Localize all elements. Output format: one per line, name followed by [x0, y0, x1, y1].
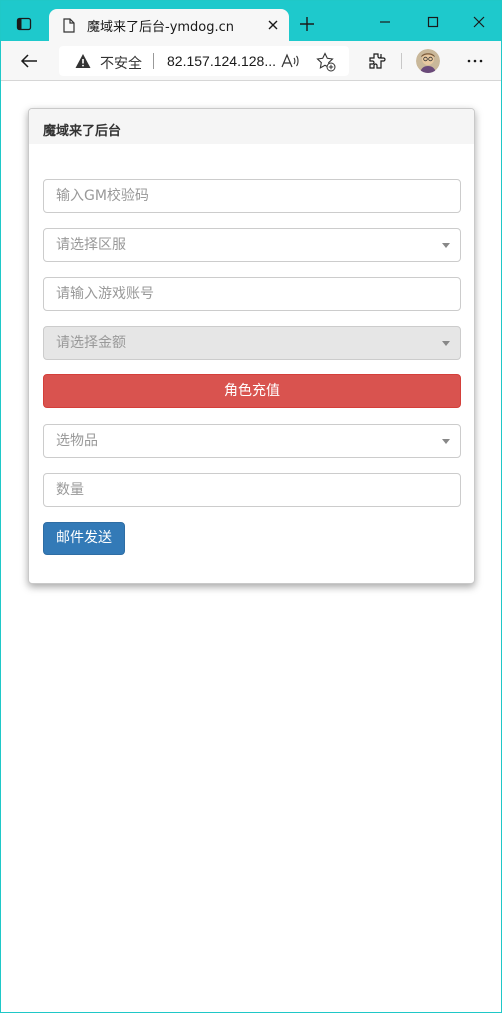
browser-window: 魔域来了后台-ymdog.cn 不安全 82.157.124.128... 魔域…	[0, 0, 502, 1013]
new-tab-icon[interactable]	[297, 14, 317, 34]
close-tab-icon[interactable]	[265, 17, 281, 33]
recharge-button[interactable]: 角色充值	[43, 374, 461, 408]
page-icon	[61, 17, 77, 33]
extensions-icon[interactable]	[365, 50, 389, 72]
profile-avatar[interactable]	[416, 49, 440, 73]
more-menu-icon[interactable]	[463, 50, 487, 72]
admin-panel: 魔域来了后台 输入GM校验码 请选择区服 请输入游戏账号 请选择金额 角色充值 …	[28, 108, 475, 584]
minimize-icon[interactable]	[373, 11, 397, 33]
tab-active[interactable]: 魔域来了后台-ymdog.cn	[49, 9, 289, 41]
browser-toolbar: 不安全 82.157.124.128...	[1, 41, 501, 81]
close-window-icon[interactable]	[467, 11, 491, 33]
send-mail-button[interactable]: 邮件发送	[43, 522, 125, 555]
amount-select[interactable]: 请选择金额	[43, 326, 461, 360]
url-text[interactable]: 82.157.124.128...	[167, 53, 276, 69]
insecure-label[interactable]: 不安全	[100, 53, 142, 73]
account-input[interactable]: 请输入游戏账号	[43, 277, 461, 311]
gm-code-input[interactable]: 输入GM校验码	[43, 179, 461, 213]
quantity-input[interactable]: 数量	[43, 473, 461, 507]
amount-select-label: 请选择金额	[56, 335, 126, 351]
back-arrow-icon[interactable]	[17, 50, 41, 72]
item-select[interactable]: 选物品	[43, 424, 461, 458]
address-bar[interactable]: 不安全 82.157.124.128...	[59, 46, 349, 76]
add-favorite-icon[interactable]	[315, 52, 337, 72]
server-select-label: 请选择区服	[56, 237, 126, 253]
maximize-icon[interactable]	[421, 11, 445, 33]
address-divider	[153, 53, 154, 69]
chevron-down-icon	[442, 243, 450, 248]
chevron-down-icon	[442, 439, 450, 444]
panel-heading: 魔域来了后台	[29, 109, 474, 144]
warning-icon[interactable]	[75, 53, 91, 69]
toolbar-divider	[401, 53, 402, 69]
tab-strip: 魔域来了后台-ymdog.cn	[1, 1, 501, 41]
item-select-label: 选物品	[56, 433, 98, 449]
read-aloud-icon[interactable]	[281, 52, 301, 70]
server-select[interactable]: 请选择区服	[43, 228, 461, 262]
tab-actions-icon[interactable]	[11, 11, 37, 37]
tab-title: 魔域来了后台-ymdog.cn	[87, 19, 235, 35]
chevron-down-icon	[442, 341, 450, 346]
